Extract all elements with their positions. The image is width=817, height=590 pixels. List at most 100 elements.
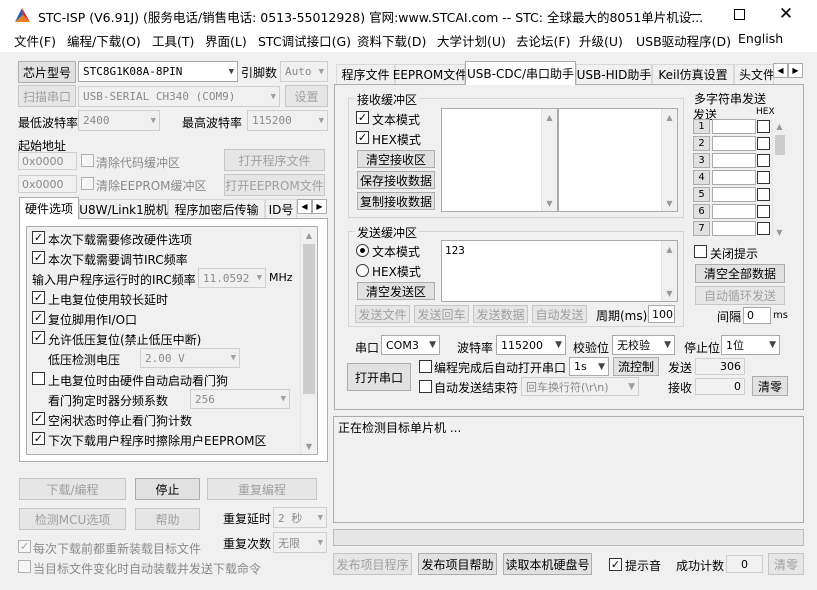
menu-interface[interactable]: 界面(L) [205,31,247,50]
menu-university[interactable]: 大学计划(U) [437,31,506,50]
clear-all-data-button[interactable]: 清空全部数据 [695,264,785,283]
clear-eeprom-buffer-checkbox[interactable] [81,177,94,190]
send-file-button[interactable]: 发送文件 [355,305,410,323]
option-modify-hardware-checkbox[interactable]: ✓ [32,231,45,244]
scroll-down-icon[interactable]: ▼ [662,285,677,301]
menu-program-download[interactable]: 编程/下载(O) [67,31,141,50]
maximize-icon[interactable] [734,9,745,20]
scroll-up-icon[interactable]: ▲ [662,109,677,125]
tab-encrypted-transfer[interactable]: 程序加密后传输 [168,199,265,219]
scroll-up-icon[interactable]: ▲ [301,227,317,243]
check-mcu-options-button[interactable]: 检测MCU选项 [19,508,126,530]
multi-send-button-7[interactable]: 7 [693,221,710,236]
multi-send-button-6[interactable]: 6 [693,204,710,219]
menu-file[interactable]: 文件(F) [14,31,56,50]
multi-string-input-2[interactable] [712,136,756,151]
multi-string-input-1[interactable] [712,119,756,134]
menu-stc-debug[interactable]: STC调试接口(G) [258,31,351,50]
send-data-button[interactable]: 发送数据 [473,305,528,323]
settings-button[interactable]: 设置 [285,85,328,107]
publish-project-help-button[interactable]: 发布项目帮助 [418,553,497,575]
scroll-down-icon[interactable]: ▼ [662,195,677,211]
chip-model-button[interactable]: 芯片型号 [18,61,76,83]
tab-program-file[interactable]: 程序文件 [336,64,395,84]
right-tab-scroll-right-icon[interactable]: ▶ [788,63,803,78]
close-icon[interactable]: ✕ [776,4,796,24]
multi-hex-checkbox-2[interactable] [757,137,770,150]
tab-scroll-left-icon[interactable]: ◀ [297,199,312,214]
close-tip-checkbox[interactable] [694,245,707,258]
send-enter-button[interactable]: 发送回车 [414,305,469,323]
open-eeprom-file-button[interactable]: 打开EEPROM文件 [224,174,325,196]
open-program-file-button[interactable]: 打开程序文件 [224,149,325,171]
stop-button[interactable]: 停止 [135,478,200,500]
period-input[interactable]: 100 [648,305,675,323]
option-long-reset-delay-checkbox[interactable]: ✓ [32,291,45,304]
tab-keil-settings[interactable]: Keil仿真设置 [652,64,734,84]
parity-select[interactable]: 无校验 ▼ [612,335,675,355]
menu-forum[interactable]: 去论坛(F) [516,31,570,50]
chip-model-select[interactable]: STC8G1K08A-8PIN ▼ [78,61,238,82]
options-scrollbar[interactable]: ▲ ▼ [300,227,317,454]
code-start-address-input[interactable]: 0x0000 [18,152,77,170]
multi-hex-checkbox-1[interactable] [757,120,770,133]
tab-hardware-options[interactable]: 硬件选项 [19,197,79,219]
open-serial-port-button[interactable]: 打开串口 [347,363,411,391]
save-receive-button[interactable]: 保存接收数据 [357,171,435,189]
multi-send-button-5[interactable]: 5 [693,187,710,202]
multi-hex-checkbox-7[interactable] [757,222,770,235]
baud-rate-select[interactable]: 115200 ▼ [496,335,566,355]
minimize-icon[interactable] [690,14,701,15]
scroll-thumb[interactable] [303,244,315,394]
send-text-mode-radio[interactable] [356,244,369,257]
multi-string-input-6[interactable] [712,204,756,219]
multi-send-button-4[interactable]: 4 [693,170,710,185]
scroll-up-icon[interactable]: ▲ [542,109,557,125]
repeat-count-select[interactable]: 无限 ▼ [273,532,327,553]
receive-hex-mode-checkbox[interactable]: ✓ [356,131,369,144]
serial-port-select[interactable]: COM3 ▼ [381,335,440,355]
download-program-button[interactable]: 下载/编程 [19,478,126,500]
multi-hex-checkbox-5[interactable] [757,188,770,201]
pin-count-select[interactable]: Auto ▼ [280,61,328,82]
read-disk-id-button[interactable]: 读取本机硬盘号 [503,553,592,575]
auto-open-delay-select[interactable]: 1s ▼ [569,357,609,376]
clear-send-button[interactable]: 清空发送区 [357,282,435,300]
watchdog-divider-select[interactable]: 256 ▼ [190,389,290,409]
send-text-area[interactable]: 123 [441,240,678,302]
help-button[interactable]: 帮助 [135,508,200,530]
repeat-delay-select[interactable]: 2 秒 ▼ [273,507,327,528]
reload-before-download-checkbox[interactable]: ✓ [18,540,31,553]
clear-success-count-button[interactable]: 清零 [768,553,804,575]
copy-receive-button[interactable]: 复制接收数据 [357,192,435,210]
clear-count-button[interactable]: 清零 [752,376,788,396]
option-auto-watchdog-checkbox[interactable] [32,372,45,385]
auto-loop-send-button[interactable]: 自动循环发送 [695,286,785,305]
scroll-down-icon[interactable]: ▼ [773,225,786,239]
multi-string-scrollbar[interactable]: ▲ ▼ [772,119,786,239]
auto-send-end-checkbox[interactable] [419,380,432,393]
clear-code-buffer-checkbox[interactable] [81,154,94,167]
stop-bits-select[interactable]: 1位 ▼ [721,335,780,355]
tab-u8w-offline[interactable]: U8W/Link1脱机 [79,199,168,219]
multi-string-input-5[interactable] [712,187,756,202]
option-erase-eeprom-checkbox[interactable]: ✓ [32,432,45,445]
tab-eeprom-file[interactable]: EEPROM文件 [393,64,467,84]
low-voltage-select[interactable]: 2.00 V ▼ [140,348,240,368]
menu-tools[interactable]: 工具(T) [152,31,194,50]
receive-hex-area[interactable] [558,108,678,212]
eeprom-start-address-input[interactable]: 0x0000 [18,175,77,193]
scroll-down-icon[interactable]: ▼ [301,438,317,454]
send-hex-mode-radio[interactable] [356,264,369,277]
clear-receive-button[interactable]: 清空接收区 [357,150,435,168]
option-low-voltage-reset-checkbox[interactable]: ✓ [32,331,45,344]
sound-tip-checkbox[interactable]: ✓ [609,558,622,571]
receive-text-scrollbar[interactable]: ▲ ▼ [541,109,557,211]
multi-send-button-1[interactable]: 1 [693,119,710,134]
right-tab-scroll-left-icon[interactable]: ◀ [773,63,788,78]
auto-open-port-checkbox[interactable] [419,360,432,373]
tab-usb-cdc-serial[interactable]: USB-CDC/串口助手 [465,61,576,85]
multi-hex-checkbox-3[interactable] [757,154,770,167]
line-ending-select[interactable]: 回车换行符(\r\n) ▼ [521,377,639,396]
scan-port-button[interactable]: 扫描串口 [18,85,76,107]
